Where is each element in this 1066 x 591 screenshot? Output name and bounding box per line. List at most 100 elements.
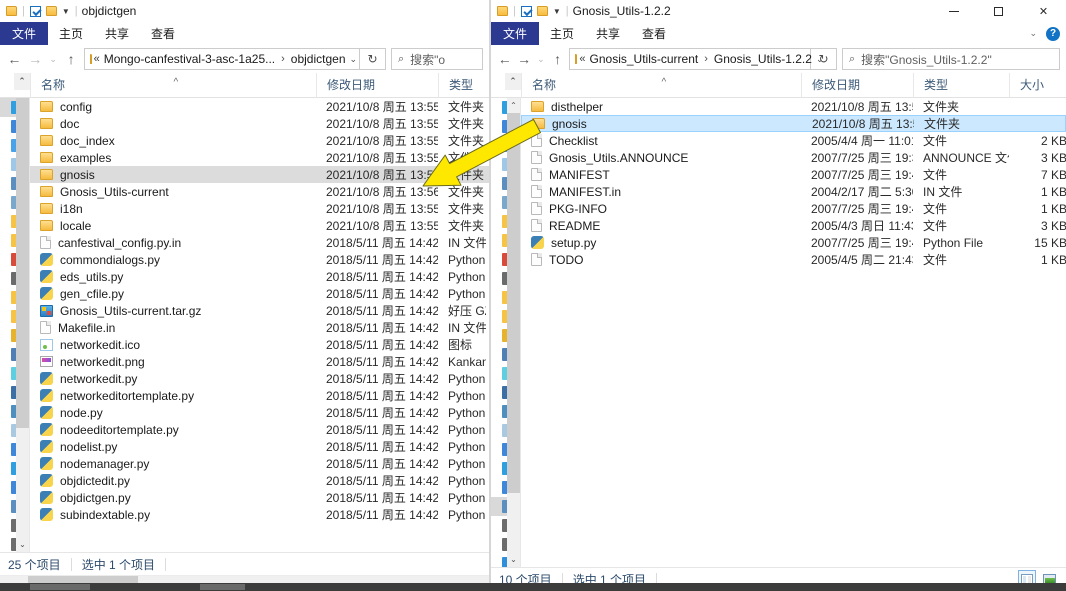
left-titlebar[interactable]: | ▼ | objdictgen [0, 0, 489, 22]
chevron-down-icon[interactable]: ▼ [62, 7, 70, 16]
file-list-right[interactable]: disthelper 2021/10/8 周五 13:57 文件夹 gnosis 202… [521, 98, 1066, 567]
column-header-type[interactable]: 类型 [913, 72, 1009, 98]
ribbon-right-controls[interactable]: ⌄ ? [1029, 22, 1060, 45]
table-row[interactable]: locale 2021/10/8 周五 13:55 文件夹 [30, 217, 489, 234]
file-name-cell[interactable]: MANIFEST [521, 168, 801, 182]
table-row[interactable]: Gnosis_Utils-current.tar.gz 2018/5/11 周五 … [30, 302, 489, 319]
table-row[interactable]: Checklist 2005/4/4 周一 11:01 文件 2 KB [521, 132, 1066, 149]
search-input[interactable]: 搜索"o [410, 51, 445, 68]
table-row[interactable]: nodeeditortemplate.py 2018/5/11 周五 14:42 P… [30, 421, 489, 438]
close-button[interactable]: ✕ [1021, 0, 1066, 22]
file-name-cell[interactable]: nodemanager.py [30, 457, 316, 471]
table-row[interactable]: networkedit.ico 2018/5/11 周五 14:42 图标 [30, 336, 489, 353]
tab-home[interactable]: 主页 [48, 22, 94, 45]
new-folder-icon[interactable] [45, 6, 57, 16]
help-icon[interactable]: ? [1046, 26, 1060, 41]
tab-home[interactable]: 主页 [539, 22, 585, 45]
navpane-scrollbar-right[interactable]: ⌃ ⌄ [507, 98, 520, 567]
forward-button[interactable]: → [514, 47, 533, 71]
navpane-scroll-thumb[interactable] [507, 113, 520, 493]
table-row[interactable]: nodelist.py 2018/5/11 周五 14:42 Python File [30, 438, 489, 455]
file-name-cell[interactable]: MANIFEST.in [521, 185, 801, 199]
file-name-cell[interactable]: gnosis [30, 168, 316, 182]
file-name-cell[interactable]: Checklist [521, 134, 801, 148]
chevron-down-icon[interactable]: ▼ [553, 7, 561, 16]
up-button[interactable]: ↑ [548, 47, 567, 71]
table-row[interactable]: Gnosis_Utils-current 2021/10/8 周五 13:56 文件… [30, 183, 489, 200]
table-row[interactable]: canfestival_config.py.in 2018/5/11 周五 14:… [30, 234, 489, 251]
column-header-name[interactable]: 名称 [521, 72, 801, 98]
table-row[interactable]: gnosis 2021/10/8 周五 13:59 文件夹 [30, 166, 489, 183]
maximize-button[interactable] [976, 0, 1021, 22]
file-name-cell[interactable]: doc [30, 117, 316, 131]
file-name-cell[interactable]: gen_cfile.py [30, 287, 316, 301]
tab-view[interactable]: 查看 [631, 22, 677, 45]
table-row[interactable]: eds_utils.py 2018/5/11 周五 14:42 Python Fil… [30, 268, 489, 285]
recent-locations-button[interactable]: ⌄ [534, 47, 548, 71]
table-row[interactable]: networkeditortemplate.py 2018/5/11 周五 14:… [30, 387, 489, 404]
tab-file[interactable]: 文件 [491, 22, 540, 45]
navpane-scroll-up-icon[interactable]: ⌃ [14, 72, 30, 90]
file-name-cell[interactable]: locale [30, 219, 316, 233]
file-name-cell[interactable]: canfestival_config.py.in [30, 236, 316, 250]
forward-button[interactable]: → [25, 47, 46, 71]
table-row[interactable]: objdictgen.py 2018/5/11 周五 14:42 Python Fi… [30, 489, 489, 506]
navpane-scroll-up-icon-2[interactable]: ⌃ [507, 98, 520, 113]
table-row[interactable]: gnosis 2021/10/8 周五 13:57 文件夹 [521, 115, 1066, 132]
navpane-scroll-up-icon[interactable]: ⌃ [505, 72, 521, 90]
column-header-name[interactable]: 名称 [30, 72, 316, 98]
folder-icon[interactable] [497, 6, 508, 16]
file-name-cell[interactable]: networkeditortemplate.py [30, 389, 316, 403]
back-button[interactable]: ← [4, 47, 25, 71]
table-row[interactable]: subindextable.py 2018/5/11 周五 14:42 Python… [30, 506, 489, 523]
address-bar[interactable]: « Gnosis_Utils-current › Gnosis_Utils-1.… [569, 48, 823, 70]
breadcrumb-separator-icon[interactable]: › [698, 53, 714, 65]
table-row[interactable]: nodemanager.py 2018/5/11 周五 14:42 Python F… [30, 455, 489, 472]
column-header-size[interactable]: 大小 [1009, 72, 1066, 98]
table-row[interactable]: README 2005/4/3 周日 11:43 文件 3 KB [521, 217, 1066, 234]
explorer-window-left[interactable]: | ▼ | objdictgen 文件 主页 共享 查看 ← → ⌄ ↑ « M… [0, 0, 490, 588]
properties-icon[interactable] [520, 5, 532, 17]
file-name-cell[interactable]: PKG-INFO [521, 202, 801, 216]
file-name-cell[interactable]: networkedit.ico [30, 338, 316, 352]
file-name-cell[interactable]: i18n [30, 202, 316, 216]
breadcrumb-segment-2[interactable]: objdictgen [291, 52, 346, 66]
breadcrumb-segment-2[interactable]: Gnosis_Utils-1.2.2 [714, 52, 812, 66]
address-overflow-icon[interactable]: « [577, 53, 589, 65]
navpane-scrollbar-left[interactable]: ⌄ [16, 98, 29, 552]
column-header-type[interactable]: 类型 [438, 72, 486, 98]
up-button[interactable]: ↑ [61, 47, 82, 71]
refresh-button[interactable]: ↻ [359, 48, 386, 70]
table-row[interactable]: PKG-INFO 2007/7/25 周三 19:40 文件 1 KB [521, 200, 1066, 217]
window-controls[interactable]: ✕ [931, 0, 1066, 22]
table-row[interactable]: objdictedit.py 2018/5/11 周五 14:42 Python F… [30, 472, 489, 489]
table-row[interactable]: TODO 2005/4/5 周二 21:43 文件 1 KB [521, 251, 1066, 268]
search-box[interactable]: ⌕ 搜索"o [390, 48, 483, 70]
breadcrumb-separator-icon[interactable]: › [275, 53, 291, 65]
navigation-pane-left[interactable]: ⌄ [0, 98, 30, 552]
table-row[interactable]: Makefile.in 2018/5/11 周五 14:42 IN 文件 [30, 319, 489, 336]
navpane-scroll-down-icon[interactable]: ⌄ [507, 552, 520, 567]
table-row[interactable]: Gnosis_Utils.ANNOUNCE 2007/7/25 周三 19:35 A… [521, 149, 1066, 166]
file-name-cell[interactable]: Gnosis_Utils-current.tar.gz [30, 304, 316, 318]
refresh-button[interactable]: ↻ [810, 48, 837, 70]
file-name-cell[interactable]: README [521, 219, 801, 233]
file-name-cell[interactable]: TODO [521, 253, 801, 267]
file-name-cell[interactable]: nodeeditortemplate.py [30, 423, 316, 437]
left-column-header[interactable]: ⌃ 名称 修改日期 类型 [0, 72, 489, 98]
file-name-cell[interactable]: setup.py [521, 236, 801, 250]
table-row[interactable]: doc 2021/10/8 周五 13:55 文件夹 [30, 115, 489, 132]
explorer-window-right[interactable]: | ▼ | Gnosis_Utils-1.2.2 ✕ 文件 主页 共享 查看 ⌄… [490, 0, 1066, 591]
table-row[interactable]: i18n 2021/10/8 周五 13:55 文件夹 [30, 200, 489, 217]
right-column-header[interactable]: ⌃ 名称 修改日期 类型 大小 [491, 72, 1066, 98]
tab-share[interactable]: 共享 [94, 22, 140, 45]
table-row[interactable]: node.py 2018/5/11 周五 14:42 Python File [30, 404, 489, 421]
file-name-cell[interactable]: networkedit.png [30, 355, 316, 369]
minimize-button[interactable] [931, 0, 976, 22]
left-ribbon-tabs[interactable]: 文件 主页 共享 查看 [0, 22, 489, 45]
breadcrumb-segment-1[interactable]: Gnosis_Utils-current [590, 52, 699, 66]
address-bar[interactable]: « Mongo-canfestival-3-asc-1a25... › objd… [83, 48, 360, 70]
back-button[interactable]: ← [495, 47, 514, 71]
table-row[interactable]: MANIFEST 2007/7/25 周三 19:40 文件 7 KB [521, 166, 1066, 183]
left-quick-access-toolbar[interactable]: | ▼ | [6, 5, 78, 17]
